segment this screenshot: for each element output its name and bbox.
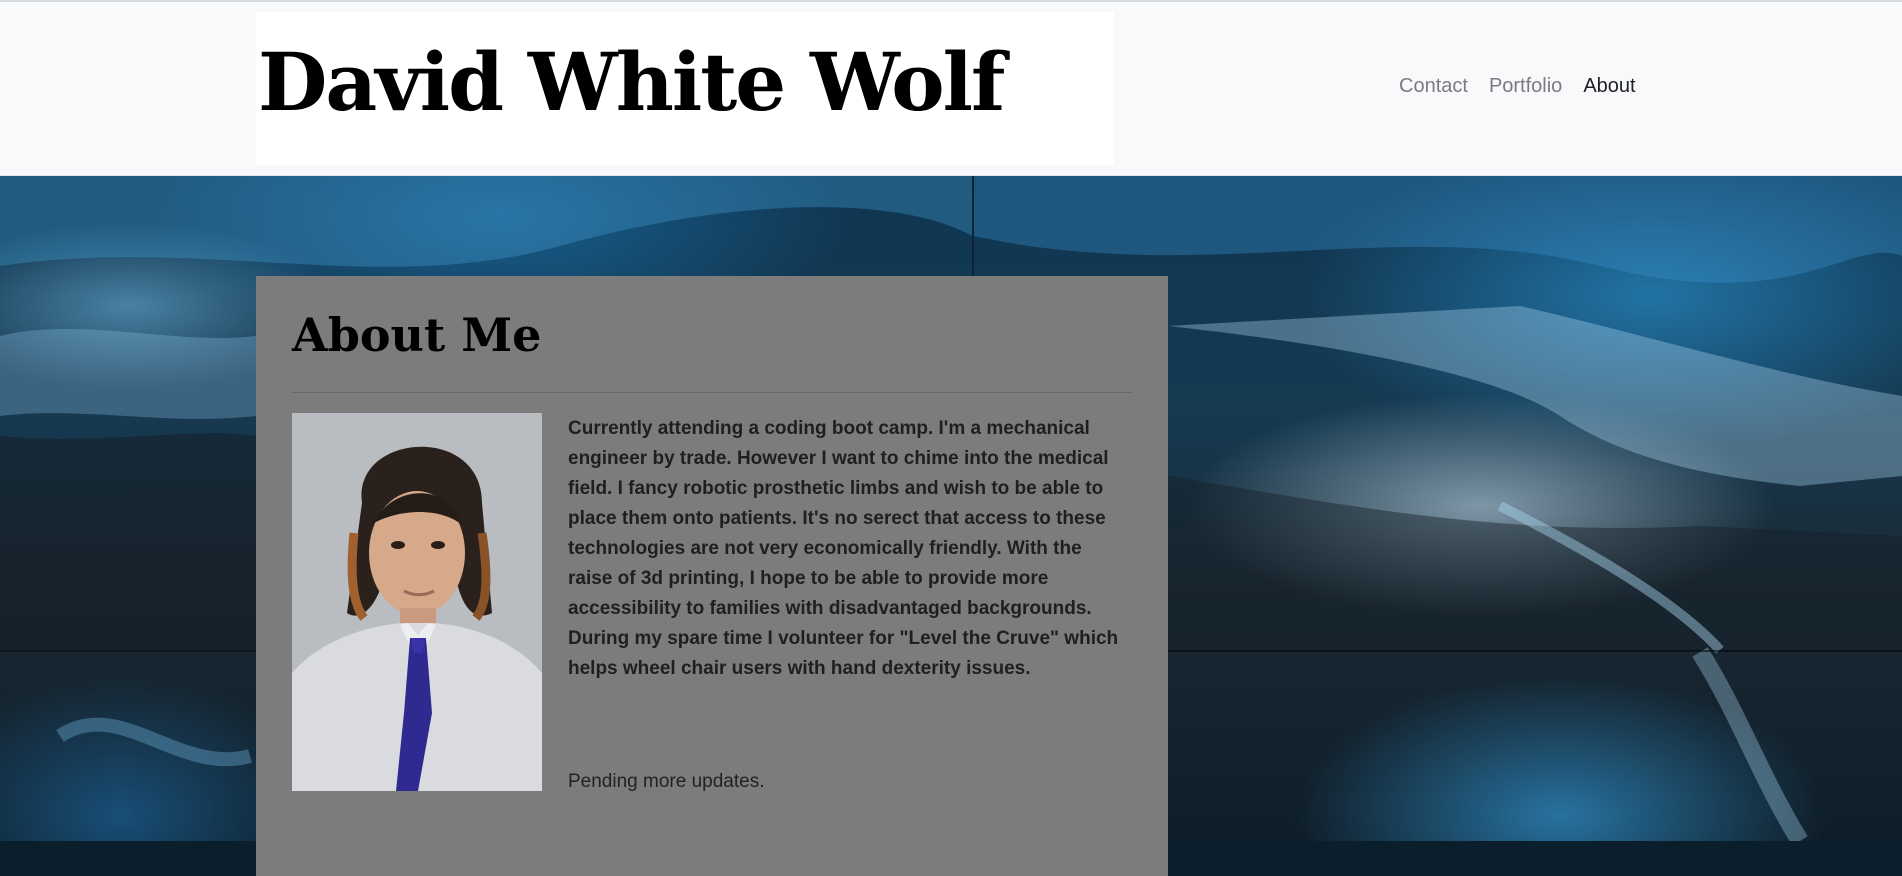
image-tile-seam xyxy=(0,650,256,652)
about-card: About Me Currently attending a coding bo… xyxy=(256,276,1168,876)
brand-title: David White Wolf xyxy=(258,35,1005,129)
profile-portrait-icon xyxy=(292,413,542,791)
nav-link-portfolio[interactable]: Portfolio xyxy=(1489,76,1562,96)
nav-link-contact[interactable]: Contact xyxy=(1399,76,1468,96)
brand-logo-link[interactable]: David White Wolf xyxy=(256,12,1114,165)
image-tile-seam xyxy=(1168,650,1902,652)
profile-photo xyxy=(292,413,542,791)
about-title: About Me xyxy=(292,308,542,362)
nav-link-about[interactable]: About xyxy=(1583,76,1635,96)
nav-links: Contact Portfolio About xyxy=(1399,76,1636,96)
pending-updates-text: Pending more updates. xyxy=(568,771,765,792)
navbar: David White Wolf Contact Portfolio About xyxy=(0,2,1902,176)
bio-paragraph: Currently attending a coding boot camp. … xyxy=(568,418,1119,679)
section-divider xyxy=(292,392,1132,393)
